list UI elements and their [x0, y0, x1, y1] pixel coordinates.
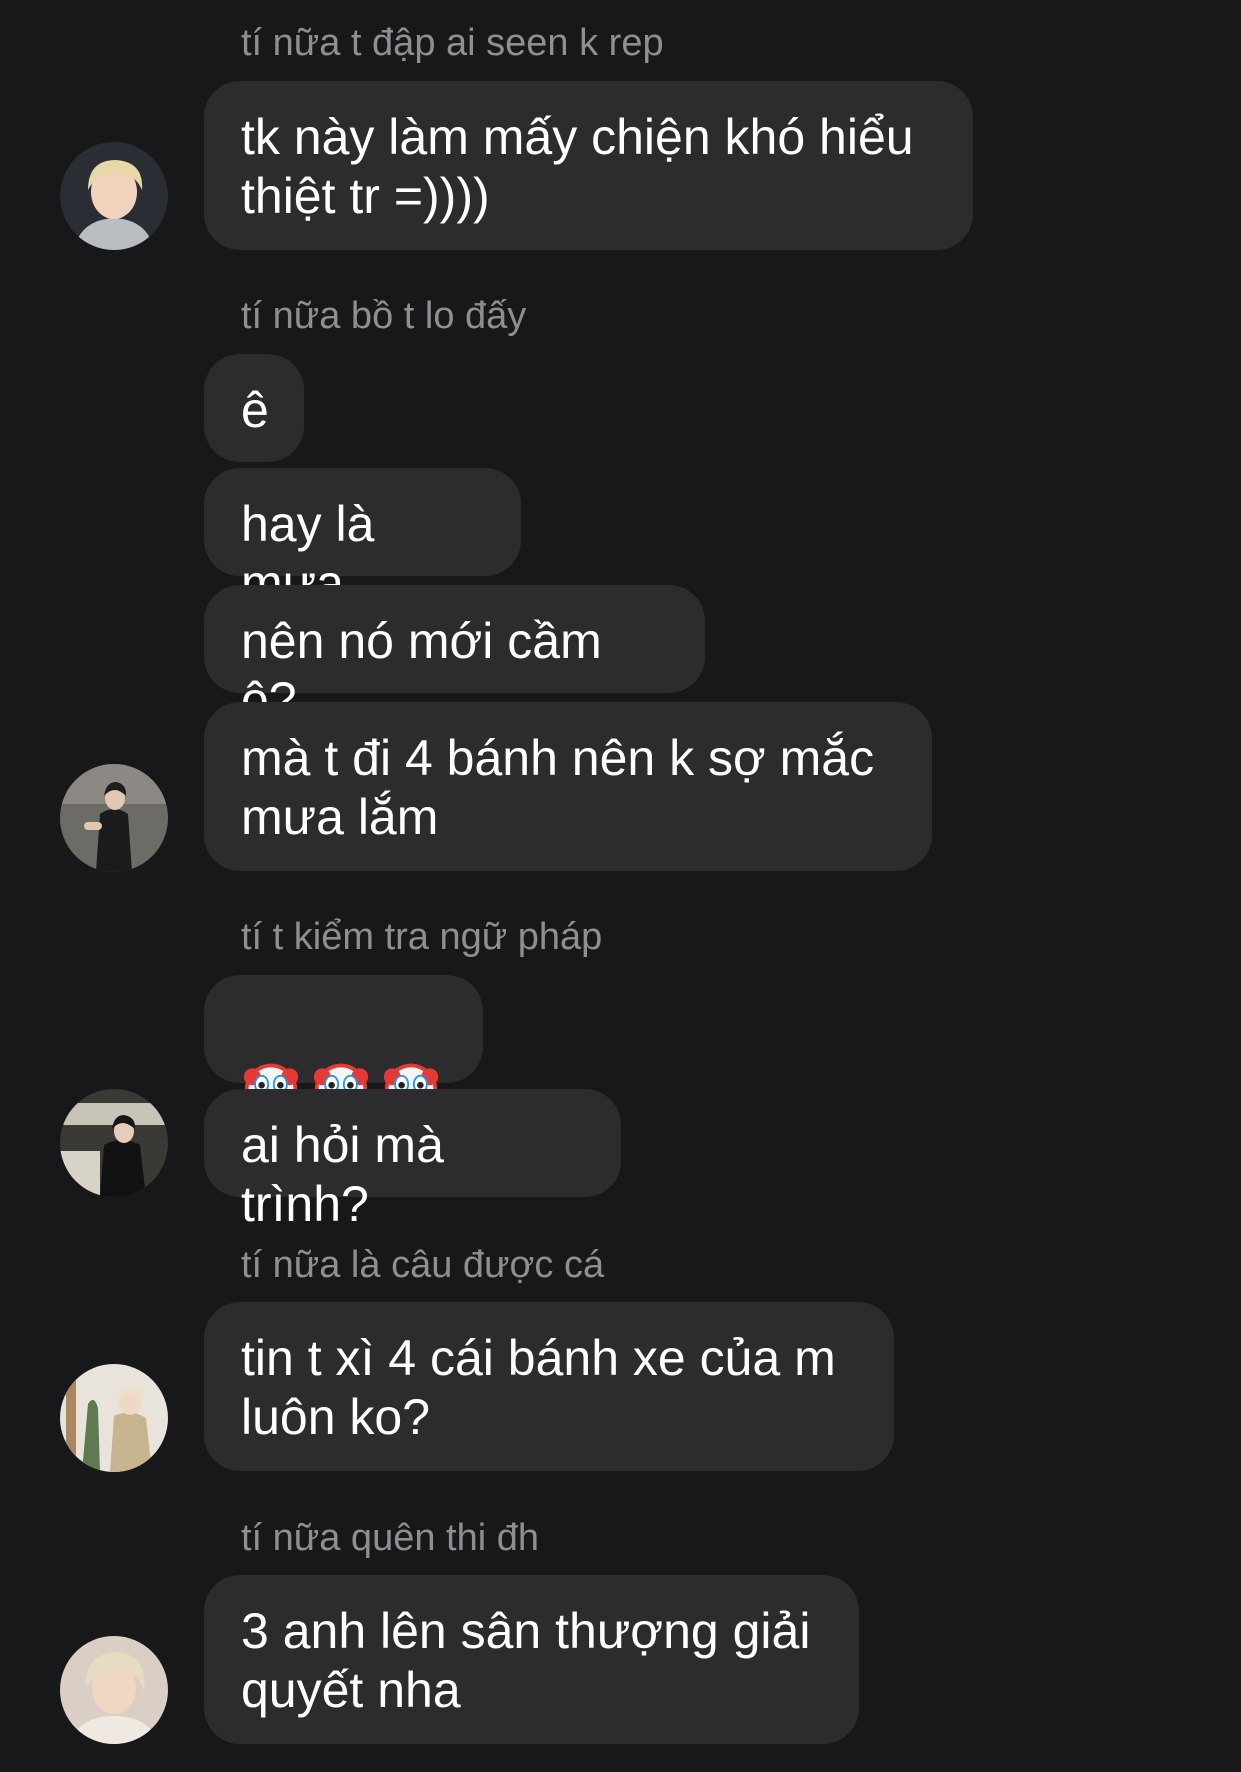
user-avatar[interactable]: [60, 764, 168, 872]
avatar-photo: [60, 1364, 168, 1472]
avatar-photo: [60, 1089, 168, 1197]
nickname-label: tí t kiểm tra ngữ pháp: [241, 916, 603, 958]
message-bubble[interactable]: nên nó mới cầm ô?: [204, 585, 705, 728]
nickname-label: tí nữa là câu được cá: [241, 1244, 605, 1286]
message-bubble[interactable]: 3 anh lên sân thượng giải quyết nha: [204, 1575, 859, 1744]
message-bubble[interactable]: mà t đi 4 bánh nên k sợ mắc mưa lắm: [204, 702, 932, 871]
nickname-label: tí nữa t đập ai seen k rep: [241, 22, 664, 64]
avatar-photo: [60, 1636, 168, 1744]
message-bubble[interactable]: ai hỏi mà trình?: [204, 1089, 621, 1232]
user-avatar[interactable]: [60, 1089, 168, 1197]
message-bubble[interactable]: tin t xì 4 cái bánh xe của m luôn ko?: [204, 1302, 894, 1471]
message-bubble[interactable]: hay là mưa: [204, 468, 521, 611]
nickname-label: tí nữa bồ t lo đấy: [241, 295, 527, 337]
avatar-photo: [60, 764, 168, 872]
message-bubble-emoji[interactable]: [204, 975, 483, 1083]
message-bubble[interactable]: tk này làm mấy chiện khó hiểu thiệt tr =…: [204, 81, 973, 250]
nickname-label: tí nữa quên thi đh: [241, 1517, 539, 1559]
avatar-photo: [60, 142, 168, 250]
user-avatar[interactable]: [60, 1364, 168, 1472]
user-avatar[interactable]: [60, 1636, 168, 1744]
message-bubble[interactable]: ê: [204, 354, 304, 462]
user-avatar[interactable]: [60, 142, 168, 250]
